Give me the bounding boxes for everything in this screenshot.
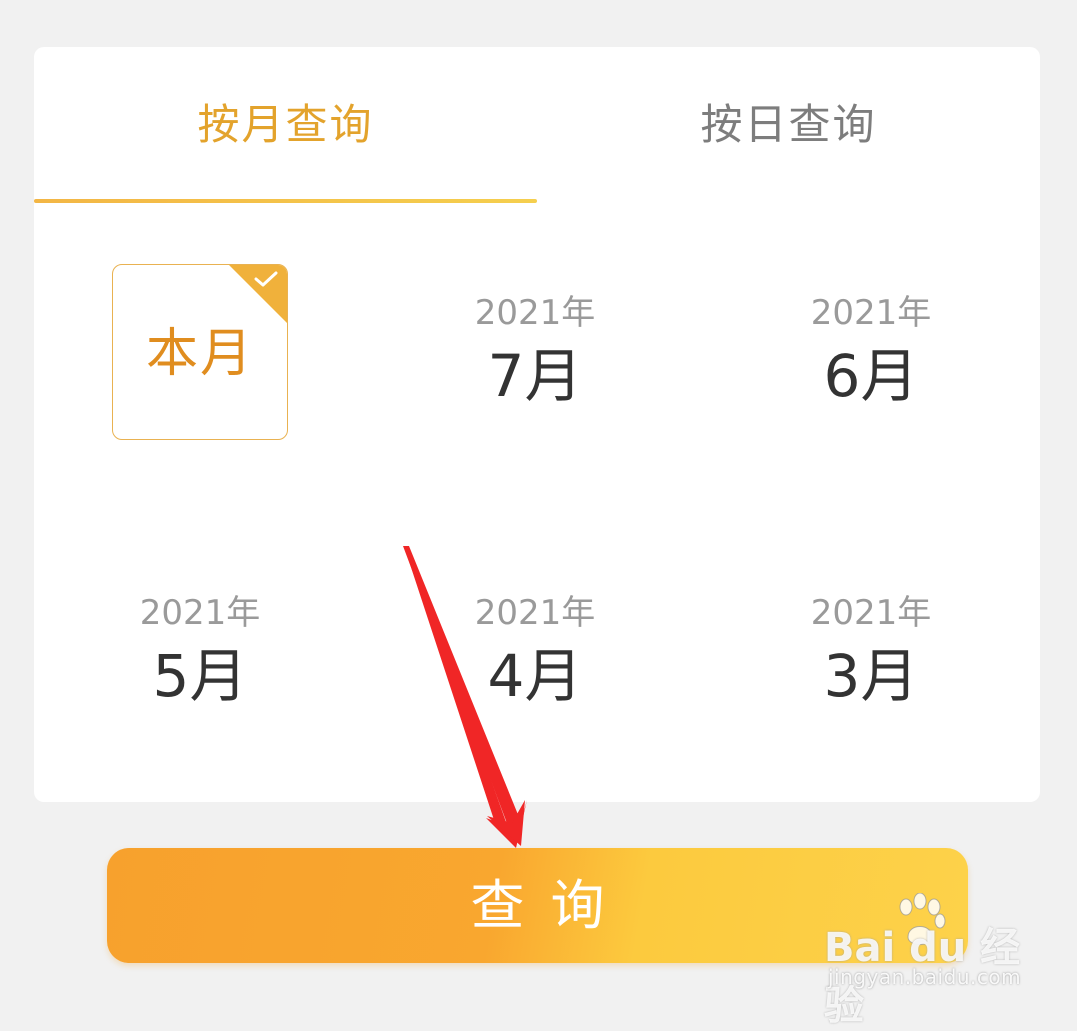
month-option-2021-06[interactable]: 2021年 6月 [761, 293, 981, 411]
checkmark-icon [254, 271, 278, 287]
query-mode-tabs: 按月查询 按日查询 [34, 47, 1040, 207]
month-picker-card: 按月查询 按日查询 本月 2021年 7月 2021年 6月 2021年 5月 … [34, 47, 1040, 802]
active-tab-indicator [34, 199, 537, 203]
month-option-2021-04[interactable]: 2021年 4月 [425, 593, 645, 711]
month-option-year: 2021年 [474, 593, 596, 633]
current-month-label: 本月 [145, 324, 254, 384]
month-option-month: 5月 [152, 642, 248, 710]
month-option-month: 4月 [487, 642, 583, 710]
tab-by-day[interactable]: 按日查询 [537, 97, 1040, 153]
month-option-year: 2021年 [139, 593, 261, 633]
month-option-2021-03[interactable]: 2021年 3月 [761, 593, 981, 711]
month-option-2021-07[interactable]: 2021年 7月 [425, 293, 645, 411]
current-month-option[interactable]: 本月 [112, 264, 288, 440]
month-option-year: 2021年 [474, 293, 596, 333]
query-button-label: 查询 [470, 874, 631, 937]
month-option-2021-05[interactable]: 2021年 5月 [90, 593, 310, 711]
tab-by-month[interactable]: 按月查询 [34, 97, 537, 153]
month-option-month: 6月 [823, 342, 919, 410]
baidu-jingyan-watermark: Bai du 经验 jingyan.baidu.com [822, 893, 1022, 1029]
month-option-year: 2021年 [810, 293, 932, 333]
month-option-year: 2021年 [810, 593, 932, 633]
watermark-url: jingyan.baidu.com [828, 965, 1022, 989]
month-option-month: 7月 [487, 342, 583, 410]
month-option-month: 3月 [823, 642, 919, 710]
